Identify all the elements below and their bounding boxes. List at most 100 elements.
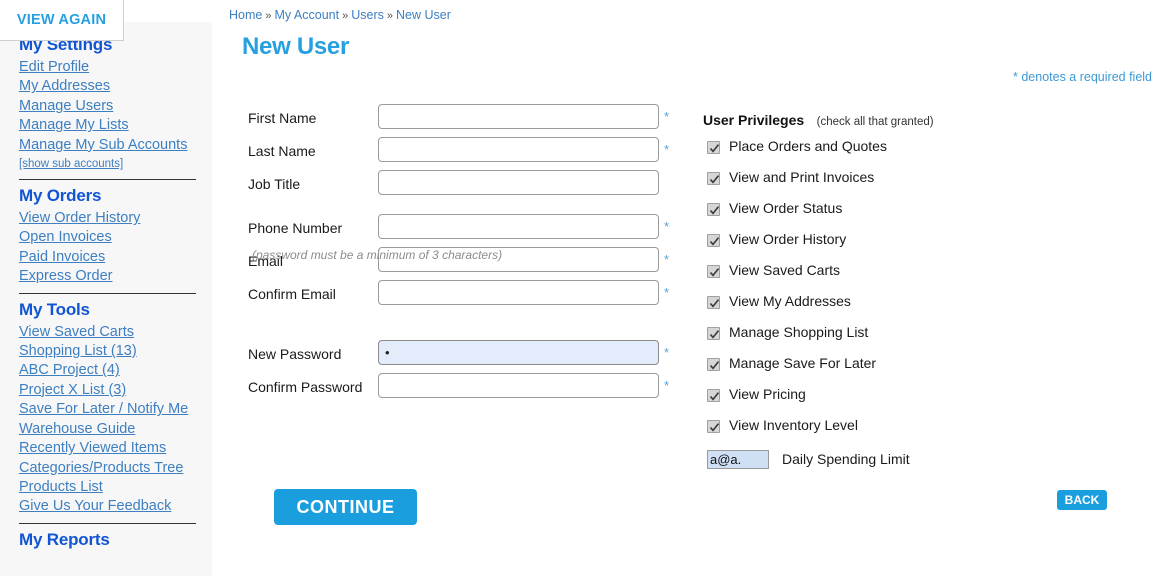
privilege-row[interactable]: View Order Status [703, 198, 1133, 229]
form-row: Last Name * [212, 137, 682, 170]
privilege-row[interactable]: Place Orders and Quotes [703, 136, 1133, 167]
sidebar-item-manage-my-sub-accounts[interactable]: Manage My Sub Accounts [19, 136, 212, 155]
privilege-label: Place Orders and Quotes [729, 138, 887, 154]
label-first-name: First Name [248, 110, 317, 126]
page-root: My Settings Edit Profile My Addresses Manag… [0, 0, 1160, 576]
privilege-row[interactable]: Manage Save For Later [703, 353, 1133, 384]
form-row: First Name * [212, 104, 682, 137]
breadcrumb-separator: » [386, 10, 393, 22]
sidebar-item-project-x-list-3[interactable]: Project X List (3) [19, 381, 212, 400]
breadcrumb: Home» My Account» Users» New User [229, 8, 451, 22]
sidebar-item-show-sub-accounts[interactable]: [show sub accounts] [19, 155, 212, 173]
privilege-label: View Inventory Level [729, 417, 858, 433]
required-asterisk: * [664, 252, 670, 267]
sidebar-item-paid-invoices[interactable]: Paid Invoices [19, 248, 212, 267]
sidebar-divider [19, 522, 196, 524]
privilege-row[interactable]: Manage Shopping List [703, 322, 1133, 353]
continue-button[interactable]: CONTINUE [274, 489, 417, 525]
checkmark-icon [709, 299, 720, 308]
sidebar-item-view-saved-carts[interactable]: View Saved Carts [19, 323, 212, 342]
input-confirm-email[interactable] [378, 280, 659, 305]
checkbox-place-orders-and-quotes[interactable] [707, 141, 720, 154]
input-new-password[interactable] [378, 340, 659, 365]
daily-spending-limit-row: Daily Spending Limit [703, 450, 1133, 480]
input-confirm-password[interactable] [378, 373, 659, 398]
sidebar-item-save-for-later-notify-me[interactable]: Save For Later / Notify Me [19, 400, 212, 419]
sidebar-divider [19, 292, 196, 294]
input-phone-number[interactable] [378, 214, 659, 239]
sidebar-item-warehouse-guide[interactable]: Warehouse Guide [19, 420, 212, 439]
checkmark-icon [709, 423, 720, 432]
sidebar-item-manage-users[interactable]: Manage Users [19, 97, 212, 116]
checkmark-icon [709, 206, 720, 215]
privilege-label: View Order History [729, 231, 847, 247]
checkbox-manage-save-for-later[interactable] [707, 358, 720, 371]
breadcrumb-separator: » [342, 10, 349, 22]
privileges-title: User Privileges [703, 112, 805, 128]
sidebar-item-categories-products-tree[interactable]: Categories/Products Tree [19, 459, 212, 478]
sidebar-item-abc-project-4[interactable]: ABC Project (4) [19, 361, 212, 380]
sidebar-item-shopping-list-13[interactable]: Shopping List (13) [19, 342, 212, 361]
privilege-row[interactable]: View Saved Carts [703, 260, 1133, 291]
privilege-row[interactable]: View Inventory Level [703, 415, 1133, 446]
checkbox-view-and-print-invoices[interactable] [707, 172, 720, 185]
sidebar-item-my-addresses[interactable]: My Addresses [19, 77, 212, 96]
privileges-list: Place Orders and Quotes View and Print In… [703, 136, 1133, 446]
checkmark-icon [709, 361, 720, 370]
checkbox-view-my-addresses[interactable] [707, 296, 720, 309]
breadcrumb-item-my-account[interactable]: My Account [274, 8, 339, 22]
breadcrumb-item-users[interactable]: Users [351, 8, 384, 22]
privilege-label: Manage Save For Later [729, 355, 877, 371]
privileges-subtitle: (check all that granted) [816, 116, 934, 128]
required-asterisk: * [664, 345, 670, 360]
label-last-name: Last Name [248, 143, 316, 159]
page-title: New User [242, 33, 349, 60]
daily-spending-limit-input[interactable] [707, 450, 769, 469]
checkmark-icon [709, 268, 720, 277]
sidebar-item-recently-viewed-items[interactable]: Recently Viewed Items [19, 439, 212, 458]
required-asterisk: * [664, 109, 670, 124]
checkbox-view-inventory-level[interactable] [707, 420, 720, 433]
daily-spending-limit-label: Daily Spending Limit [782, 451, 910, 467]
checkbox-view-saved-carts[interactable] [707, 265, 720, 278]
privilege-label: View and Print Invoices [729, 169, 875, 185]
sidebar-heading-my-tools: My Tools [19, 299, 90, 319]
privilege-row[interactable]: View Pricing [703, 384, 1133, 415]
privilege-row[interactable]: View Order History [703, 229, 1133, 260]
checkbox-view-pricing[interactable] [707, 389, 720, 402]
privilege-label: View Pricing [729, 386, 806, 402]
view-again-overlay[interactable]: VIEW AGAIN [0, 0, 124, 41]
required-field-note: * denotes a required field [1013, 70, 1152, 84]
sidebar-divider [19, 179, 196, 181]
sidebar-item-give-us-your-feedback[interactable]: Give Us Your Feedback [19, 497, 212, 516]
back-button[interactable]: BACK [1057, 490, 1107, 510]
sidebar-item-products-list[interactable]: Products List [19, 478, 212, 497]
sidebar-item-open-invoices[interactable]: Open Invoices [19, 228, 212, 247]
view-again-label: VIEW AGAIN [16, 12, 107, 28]
input-first-name[interactable] [378, 104, 659, 129]
sidebar-item-express-order[interactable]: Express Order [19, 267, 212, 286]
breadcrumb-item-home[interactable]: Home [229, 8, 262, 22]
sidebar: My Settings Edit Profile My Addresses Manag… [0, 22, 212, 576]
label-new-password: New Password [248, 346, 342, 362]
input-last-name[interactable] [378, 137, 659, 162]
privilege-row[interactable]: View and Print Invoices [703, 167, 1133, 198]
checkmark-icon [709, 144, 720, 153]
required-asterisk: * [664, 378, 670, 393]
sidebar-item-edit-profile[interactable]: Edit Profile [19, 58, 212, 77]
breadcrumb-item-new-user[interactable]: New User [396, 8, 451, 22]
checkbox-manage-shopping-list[interactable] [707, 327, 720, 340]
sidebar-heading-my-reports: My Reports [19, 529, 110, 549]
sidebar-item-manage-my-lists[interactable]: Manage My Lists [19, 116, 212, 135]
form-row: Phone Number * [212, 214, 682, 247]
checkbox-view-order-history[interactable] [707, 234, 720, 247]
form-row: New Password * [212, 340, 682, 373]
required-asterisk: * [664, 219, 670, 234]
main-content: Home» My Account» Users» New User New User … [212, 0, 1160, 576]
required-asterisk: * [664, 285, 670, 300]
checkbox-view-order-status[interactable] [707, 203, 720, 216]
sidebar-item-view-order-history[interactable]: View Order History [19, 209, 212, 228]
input-job-title[interactable] [378, 170, 659, 195]
privileges-header: User Privileges (check all that granted) [703, 112, 1133, 136]
privilege-row[interactable]: View My Addresses [703, 291, 1133, 322]
